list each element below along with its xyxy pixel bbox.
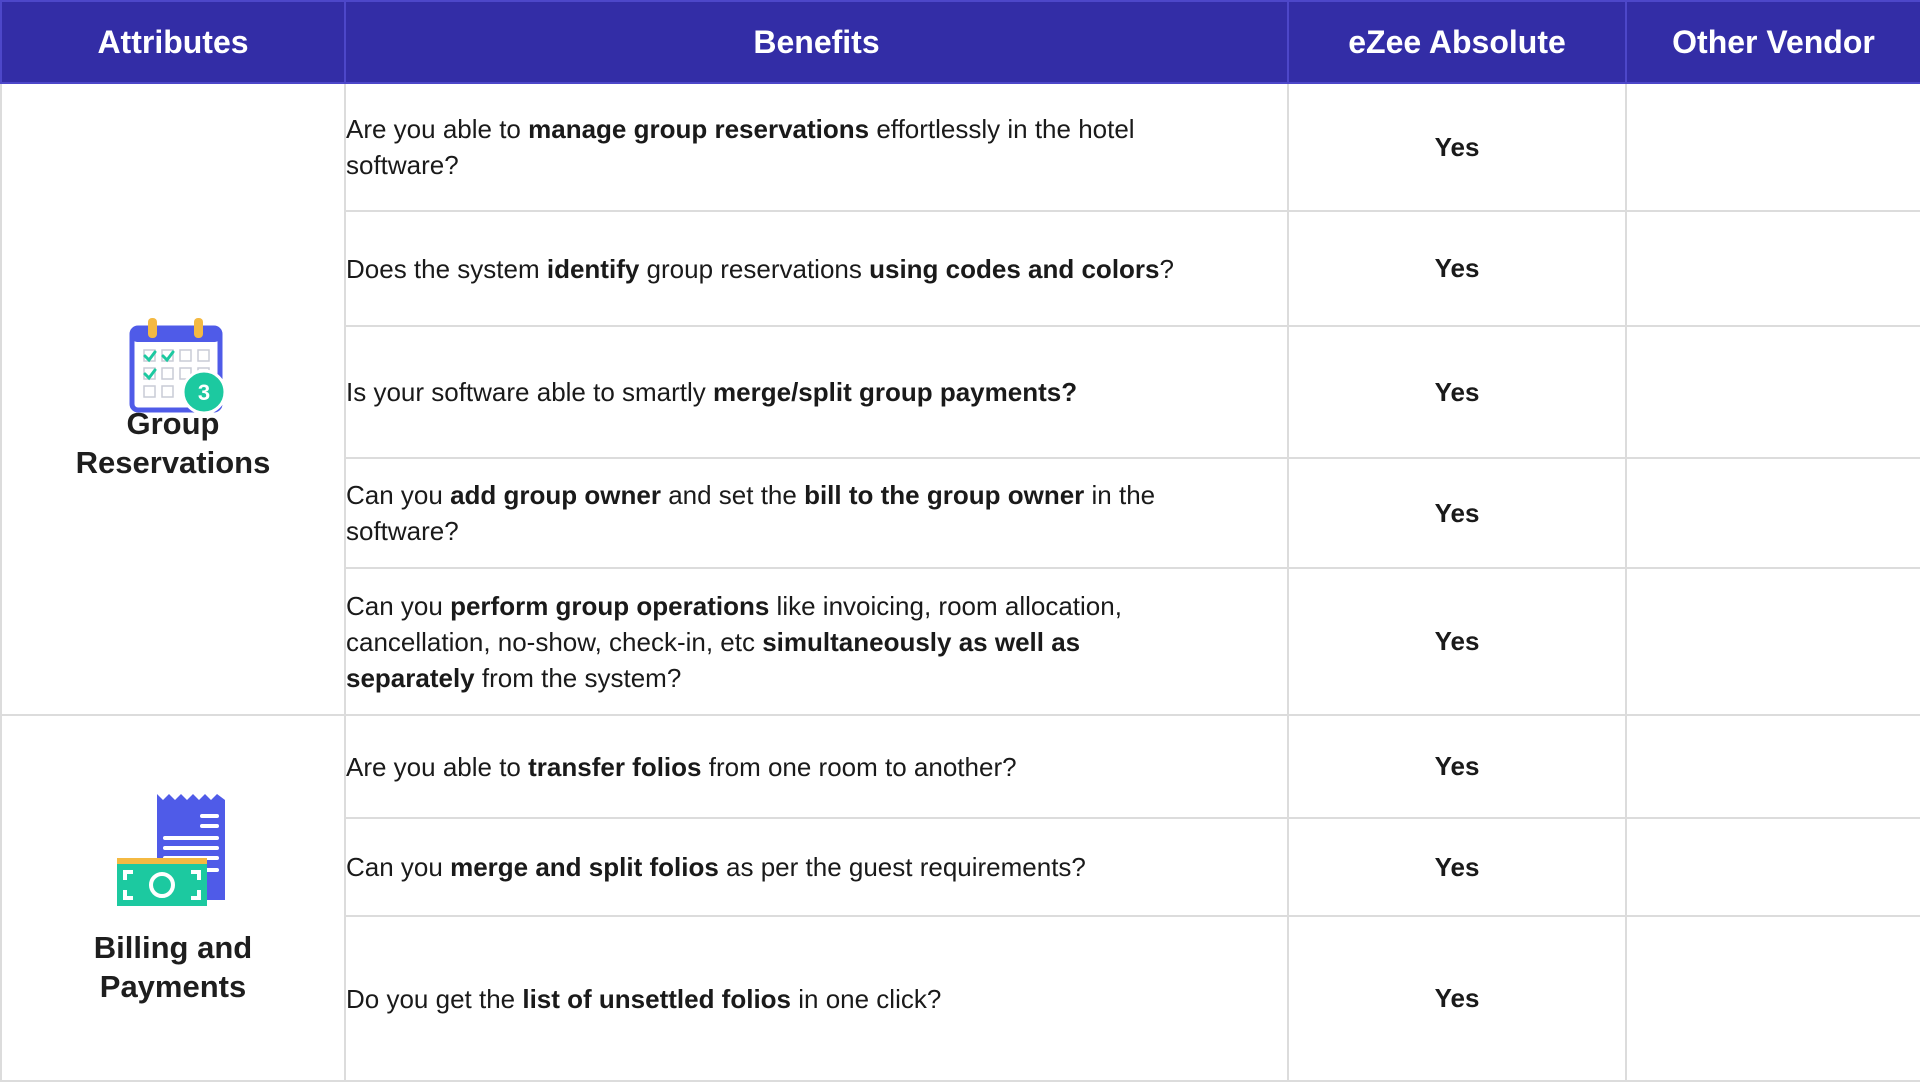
other-vendor-answer [1625, 82, 1920, 212]
benefit-text: Do you get the list of unsettled folios … [344, 915, 1289, 1082]
attribute-label-line-2: Payments [99, 969, 247, 1004]
benefit-text: Does the system identify group reservati… [344, 210, 1289, 327]
header-attributes: Attributes [0, 0, 346, 84]
table-row: Billing and Payments Are you able to tra… [0, 714, 1920, 1082]
benefit-text: Are you able to manage group reservation… [344, 82, 1289, 212]
ezee-answer: Yes [1287, 457, 1627, 569]
header-ezee-absolute: eZee Absolute [1287, 0, 1627, 84]
attribute-group-reservations: 3 Group Reservations [0, 82, 346, 716]
header-other-vendor: Other Vendor [1625, 0, 1920, 84]
benefit-text: Is your software able to smartly merge/s… [344, 325, 1289, 459]
ezee-answer: Yes [1287, 817, 1627, 917]
attribute-label-line-1: Billing and [93, 930, 253, 965]
billing-receipt-icon [117, 794, 225, 906]
benefit-text: Can you merge and split folios as per th… [344, 817, 1289, 917]
other-vendor-answer [1625, 817, 1920, 917]
header-benefits: Benefits [344, 0, 1289, 84]
calendar-badge: 3 [198, 380, 210, 405]
other-vendor-answer [1625, 325, 1920, 459]
ezee-answer: Yes [1287, 82, 1627, 212]
other-vendor-answer [1625, 457, 1920, 569]
benefit-text: Can you perform group operations like in… [344, 567, 1289, 716]
other-vendor-answer [1625, 915, 1920, 1082]
ezee-answer: Yes [1287, 567, 1627, 716]
other-vendor-answer [1625, 567, 1920, 716]
attribute-billing-and-payments: Billing and Payments [0, 714, 346, 1082]
header-row: Attributes Benefits eZee Absolute Other … [0, 0, 1920, 84]
table-row: 3 Group Reservations Are you able to man… [0, 82, 1920, 716]
benefit-text: Can you add group owner and set the bill… [344, 457, 1289, 569]
ezee-answer: Yes [1287, 210, 1627, 327]
ezee-answer: Yes [1287, 714, 1627, 819]
ezee-answer: Yes [1287, 915, 1627, 1082]
ezee-answer: Yes [1287, 325, 1627, 459]
attribute-label-line-2: Reservations [75, 445, 271, 480]
other-vendor-answer [1625, 714, 1920, 819]
benefit-text: Are you able to transfer folios from one… [344, 714, 1289, 819]
other-vendor-answer [1625, 210, 1920, 327]
comparison-table: Attributes Benefits eZee Absolute Other … [0, 0, 1920, 1082]
attribute-label-line-1: Group [126, 406, 220, 441]
